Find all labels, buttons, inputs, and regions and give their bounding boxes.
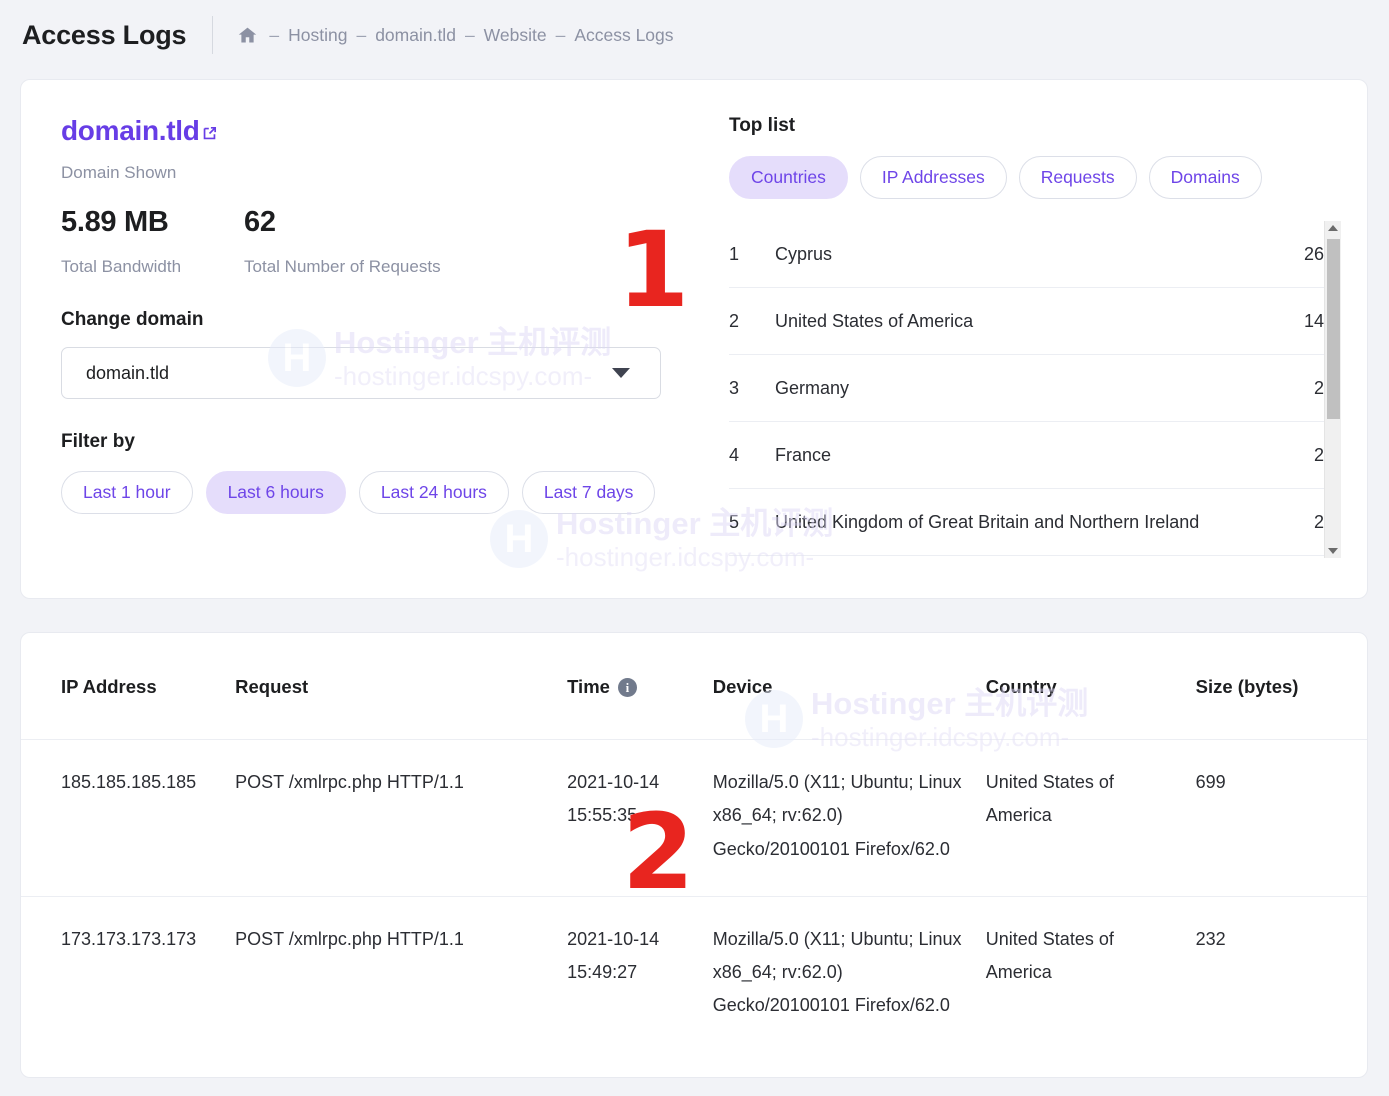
toplist-row[interactable]: 3 Germany 2 [729,355,1324,422]
scrollbar-thumb[interactable] [1327,239,1340,419]
toplist-title: Top list [729,115,1341,137]
cell-size: 699 [1196,740,1367,897]
toplist-count: 2 [1304,445,1324,466]
change-domain-label: Change domain [61,309,701,331]
breadcrumb: – Hosting – domain.tld – Website – Acces… [237,25,673,46]
cell-request: POST /xmlrpc.php HTTP/1.1 [235,896,567,1052]
breadcrumb-item-domain[interactable]: domain.tld [375,25,456,46]
toplist-row[interactable]: 5 United Kingdom of Great Britain and No… [729,489,1324,556]
stat-total-bandwidth: 5.89 MB Total Bandwidth [61,206,181,277]
toplist-name: Cyprus [775,244,1294,265]
toplist-tab-countries[interactable]: Countries [729,156,848,199]
stat-bandwidth-value: 5.89 MB [61,206,181,239]
toplist-row[interactable]: 2 United States of America 14 [729,288,1324,355]
top-bar: Access Logs – Hosting – domain.tld – Web… [0,0,1389,70]
toplist-name: United States of America [775,311,1294,332]
toplist-name: France [775,445,1304,466]
change-domain-value: domain.tld [86,363,169,384]
breadcrumb-item-website[interactable]: Website [484,25,547,46]
breadcrumb-separator-3: – [556,25,566,46]
cell-device: Mozilla/5.0 (X11; Ubuntu; Linux x86_64; … [713,896,986,1052]
toplist-panel: Top list Countries IP Addresses Requests… [729,115,1341,558]
cell-device: Mozilla/5.0 (X11; Ubuntu; Linux x86_64; … [713,740,986,897]
cell-ip-address: 173.173.173.173 [21,896,235,1052]
filter-pill-last-24-hours[interactable]: Last 24 hours [359,471,509,514]
column-header-request: Request [235,633,567,740]
toplist-name: Germany [775,378,1304,399]
toplist-tab-group: Countries IP Addresses Requests Domains [729,156,1341,199]
toplist-rank: 2 [729,311,775,332]
toplist-count: 26 [1294,244,1324,265]
breadcrumb-separator-1: – [356,25,366,46]
home-icon[interactable] [237,25,258,46]
header-divider [212,16,213,54]
toplist-rank: 5 [729,512,775,533]
breadcrumb-item-access-logs[interactable]: Access Logs [574,25,673,46]
cell-country: United States of America [986,896,1196,1052]
table-header-row: IP Address Request Time i Device Country… [21,633,1367,740]
domain-link[interactable]: domain.tld [61,115,218,149]
cell-request: POST /xmlrpc.php HTTP/1.1 [235,740,567,897]
toplist-tab-ip-addresses[interactable]: IP Addresses [860,156,1007,199]
filter-pill-last-6-hours[interactable]: Last 6 hours [206,471,346,514]
toplist-count: 2 [1304,378,1324,399]
cell-size: 232 [1196,896,1367,1052]
overview-card: domain.tld Domain Shown 5.89 MB Total Ba… [20,79,1368,599]
page-title: Access Logs [22,20,186,51]
stats-row: 5.89 MB Total Bandwidth 62 Total Number … [61,206,701,277]
toplist-count: 14 [1294,311,1324,332]
domain-shown-label: Domain Shown [61,163,701,183]
info-icon[interactable]: i [618,678,637,697]
access-logs-table: IP Address Request Time i Device Country… [21,633,1367,1053]
access-logs-table-head: IP Address Request Time i Device Country… [21,633,1367,740]
domain-link-label: domain.tld [61,115,200,147]
external-link-icon [201,117,218,149]
toplist-body: 1 Cyprus 26 2 United States of America 1… [729,221,1341,558]
breadcrumb-item-hosting[interactable]: Hosting [288,25,347,46]
chevron-down-icon [612,368,630,378]
toplist-row[interactable]: 4 France 2 [729,422,1324,489]
breadcrumb-separator-0: – [269,25,279,46]
breadcrumb-separator-2: – [465,25,475,46]
scroll-up-arrow-icon[interactable] [1328,225,1338,231]
toplist-tab-domains[interactable]: Domains [1149,156,1262,199]
table-row: 185.185.185.185 POST /xmlrpc.php HTTP/1.… [21,740,1367,897]
column-header-country: Country [986,633,1196,740]
change-domain-select[interactable]: domain.tld [61,347,661,399]
toplist-tab-requests[interactable]: Requests [1019,156,1137,199]
toplist-row[interactable]: 1 Cyprus 26 [729,221,1324,288]
access-logs-card: IP Address Request Time i Device Country… [20,632,1368,1078]
filter-pill-last-1-hour[interactable]: Last 1 hour [61,471,193,514]
filter-by-label: Filter by [61,431,701,453]
column-header-time: Time i [567,633,713,740]
overview-left-column: domain.tld Domain Shown 5.89 MB Total Ba… [61,115,701,514]
access-logs-table-body: 185.185.185.185 POST /xmlrpc.php HTTP/1.… [21,740,1367,1053]
toplist-name: United Kingdom of Great Britain and Nort… [775,512,1304,533]
cell-time: 2021-10-14 15:49:27 [567,896,713,1052]
scroll-down-arrow-icon[interactable] [1328,548,1338,554]
toplist-rank: 3 [729,378,775,399]
cell-time: 2021-10-14 15:55:35 [567,740,713,897]
stat-requests-value: 62 [244,206,441,239]
toplist-count: 2 [1304,512,1324,533]
toplist-scrollbar[interactable] [1324,221,1341,558]
toplist-rank: 4 [729,445,775,466]
cell-ip-address: 185.185.185.185 [21,740,235,897]
filter-pill-last-7-days[interactable]: Last 7 days [522,471,656,514]
column-header-device: Device [713,633,986,740]
filter-pill-group: Last 1 hour Last 6 hours Last 24 hours L… [61,471,701,514]
stat-bandwidth-caption: Total Bandwidth [61,257,181,277]
toplist-rows: 1 Cyprus 26 2 United States of America 1… [729,221,1324,558]
table-row: 173.173.173.173 POST /xmlrpc.php HTTP/1.… [21,896,1367,1052]
column-header-size: Size (bytes) [1196,633,1367,740]
cell-country: United States of America [986,740,1196,897]
column-header-ip-address: IP Address [21,633,235,740]
column-header-time-label: Time [567,676,610,698]
stat-total-requests: 62 Total Number of Requests [244,206,441,277]
toplist-rank: 1 [729,244,775,265]
stat-requests-caption: Total Number of Requests [244,257,441,277]
